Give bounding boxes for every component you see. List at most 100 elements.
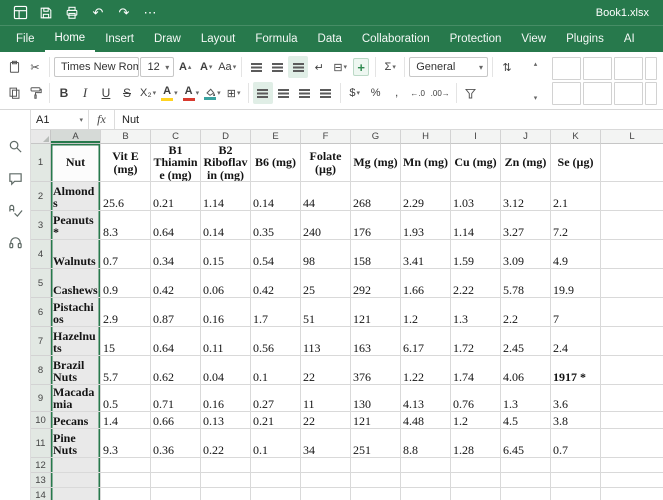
- cell-F4[interactable]: 98: [301, 240, 351, 269]
- cell-K12[interactable]: [551, 458, 601, 473]
- cell-K9[interactable]: 3.6: [551, 385, 601, 412]
- cell-A10[interactable]: Pecans: [51, 412, 101, 429]
- cell-K10[interactable]: 3.8: [551, 412, 601, 429]
- row-header-4[interactable]: 4: [31, 240, 51, 269]
- cell-G5[interactable]: 292: [351, 269, 401, 298]
- cell-I11[interactable]: 1.28: [451, 429, 501, 458]
- cell-G7[interactable]: 163: [351, 327, 401, 356]
- cell-C3[interactable]: 0.64: [151, 211, 201, 240]
- highlight-color-button[interactable]: A▾: [159, 82, 180, 104]
- cell-A2[interactable]: Almonds: [51, 182, 101, 211]
- cell-B11[interactable]: 9.3: [101, 429, 151, 458]
- align-bottom-button[interactable]: [288, 56, 308, 78]
- cell-C13[interactable]: [151, 473, 201, 488]
- cell-I2[interactable]: 1.03: [451, 182, 501, 211]
- column-header-H[interactable]: H: [401, 130, 451, 144]
- cell-A8[interactable]: Brazil Nuts: [51, 356, 101, 385]
- cell-L9[interactable]: [601, 385, 663, 412]
- cell-C5[interactable]: 0.42: [151, 269, 201, 298]
- cell-I1[interactable]: Cu (mg): [451, 144, 501, 182]
- cell-K5[interactable]: 19.9: [551, 269, 601, 298]
- menu-draw[interactable]: Draw: [144, 26, 191, 52]
- cell-L1[interactable]: [601, 144, 663, 182]
- cell-B5[interactable]: 0.9: [101, 269, 151, 298]
- cell-H12[interactable]: [401, 458, 451, 473]
- cell-L6[interactable]: [601, 298, 663, 327]
- cell-I8[interactable]: 1.74: [451, 356, 501, 385]
- cell-H11[interactable]: 8.8: [401, 429, 451, 458]
- cell-I9[interactable]: 0.76: [451, 385, 501, 412]
- justify-button[interactable]: [316, 82, 336, 104]
- formula-input[interactable]: Nut: [115, 114, 146, 126]
- cell-H2[interactable]: 2.29: [401, 182, 451, 211]
- cell-H5[interactable]: 1.66: [401, 269, 451, 298]
- cell-J6[interactable]: 2.2: [501, 298, 551, 327]
- search-icon[interactable]: [7, 138, 24, 155]
- increase-decimal-button[interactable]: .00→: [429, 82, 452, 104]
- wrap-text-button[interactable]: ↵: [309, 56, 329, 78]
- menu-layout[interactable]: Layout: [191, 26, 246, 52]
- cell-E3[interactable]: 0.35: [251, 211, 301, 240]
- cell-B1[interactable]: Vit E (mg): [101, 144, 151, 182]
- menu-ai[interactable]: AI: [614, 26, 645, 52]
- select-all-corner[interactable]: [31, 130, 51, 144]
- cell-D13[interactable]: [201, 473, 251, 488]
- font-color-button[interactable]: A▾: [181, 82, 202, 104]
- cell-C7[interactable]: 0.64: [151, 327, 201, 356]
- cell-K13[interactable]: [551, 473, 601, 488]
- row-header-12[interactable]: 12: [31, 458, 51, 473]
- cell-F14[interactable]: [301, 488, 351, 500]
- row-header-9[interactable]: 9: [31, 385, 51, 412]
- autosum-button[interactable]: Σ▾: [380, 56, 400, 78]
- cell-C10[interactable]: 0.66: [151, 412, 201, 429]
- cell-K7[interactable]: 2.4: [551, 327, 601, 356]
- row-header-2[interactable]: 2: [31, 182, 51, 211]
- cell-L11[interactable]: [601, 429, 663, 458]
- align-left-button[interactable]: [253, 82, 273, 104]
- cell-G14[interactable]: [351, 488, 401, 500]
- cut-button[interactable]: ✂: [25, 56, 45, 78]
- cell-F2[interactable]: 44: [301, 182, 351, 211]
- cell-E14[interactable]: [251, 488, 301, 500]
- cell-A1[interactable]: Nut: [51, 144, 101, 182]
- cell-J3[interactable]: 3.27: [501, 211, 551, 240]
- cell-J14[interactable]: [501, 488, 551, 500]
- feedback-icon[interactable]: [7, 234, 24, 251]
- currency-style-button[interactable]: $▾: [345, 82, 365, 104]
- comments-icon[interactable]: [7, 170, 24, 187]
- cell-E11[interactable]: 0.1: [251, 429, 301, 458]
- cell-L2[interactable]: [601, 182, 663, 211]
- column-header-K[interactable]: K: [551, 130, 601, 144]
- filter-button[interactable]: [461, 82, 481, 104]
- cell-D4[interactable]: 0.15: [201, 240, 251, 269]
- cell-L13[interactable]: [601, 473, 663, 488]
- cell-A11[interactable]: Pine Nuts: [51, 429, 101, 458]
- format-painter-button[interactable]: [25, 82, 45, 104]
- cell-I5[interactable]: 2.22: [451, 269, 501, 298]
- column-header-C[interactable]: C: [151, 130, 201, 144]
- cell-A6[interactable]: Pistachios: [51, 298, 101, 327]
- cell-E10[interactable]: 0.21: [251, 412, 301, 429]
- cell-style-option[interactable]: [645, 57, 657, 80]
- cell-F10[interactable]: 22: [301, 412, 351, 429]
- cell-A14[interactable]: [51, 488, 101, 500]
- cell-A3[interactable]: Peanuts *: [51, 211, 101, 240]
- column-header-J[interactable]: J: [501, 130, 551, 144]
- comma-style-button[interactable]: ,: [387, 82, 407, 104]
- cell-I10[interactable]: 1.2: [451, 412, 501, 429]
- menu-data[interactable]: Data: [308, 26, 352, 52]
- cell-L10[interactable]: [601, 412, 663, 429]
- cell-D12[interactable]: [201, 458, 251, 473]
- cell-L8[interactable]: [601, 356, 663, 385]
- cell-D9[interactable]: 0.16: [201, 385, 251, 412]
- copy-button[interactable]: [4, 82, 24, 104]
- cell-F9[interactable]: 11: [301, 385, 351, 412]
- cell-I7[interactable]: 1.72: [451, 327, 501, 356]
- cell-G3[interactable]: 176: [351, 211, 401, 240]
- cell-G11[interactable]: 251: [351, 429, 401, 458]
- cell-G10[interactable]: 121: [351, 412, 401, 429]
- cell-B9[interactable]: 0.5: [101, 385, 151, 412]
- cell-I13[interactable]: [451, 473, 501, 488]
- cell-E4[interactable]: 0.54: [251, 240, 301, 269]
- cell-G9[interactable]: 130: [351, 385, 401, 412]
